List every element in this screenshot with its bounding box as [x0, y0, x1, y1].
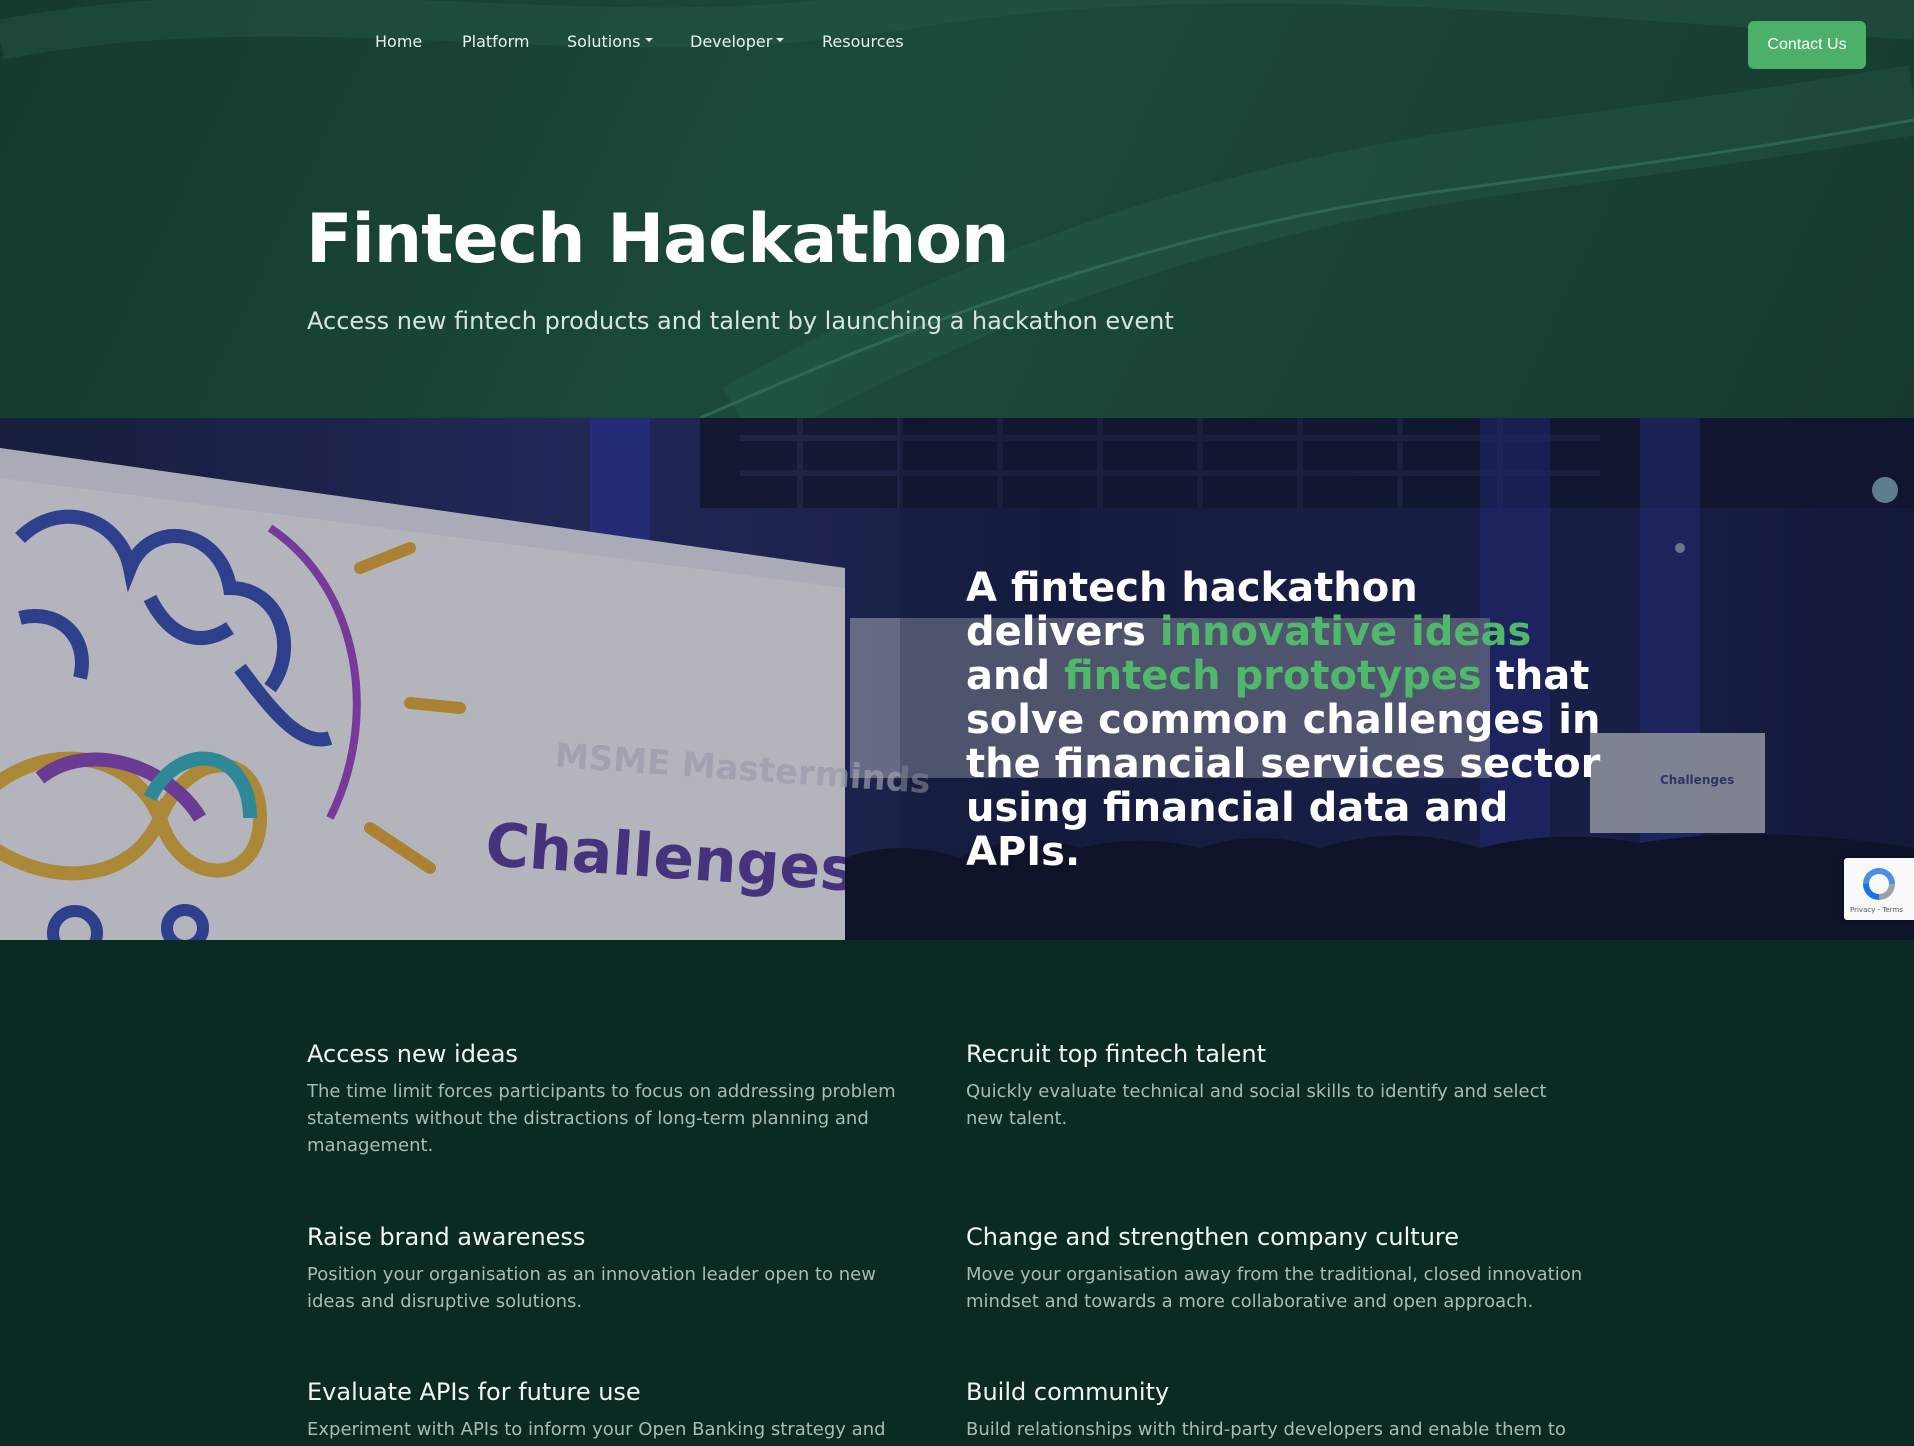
feature-title: Evaluate APIs for future use	[307, 1378, 641, 1406]
feature-title: Raise brand awareness	[307, 1223, 586, 1251]
nav-developer-dropdown[interactable]: Developer	[690, 29, 785, 53]
feature-body: Build relationships with third-party dev…	[966, 1419, 1566, 1440]
feature-evaluate-apis: Evaluate APIs for future use Experiment …	[307, 1378, 927, 1446]
nav-home-label: Home	[375, 31, 423, 51]
page-title: Fintech Hackathon	[306, 200, 1009, 279]
nav-solutions-dropdown[interactable]: Solutions	[567, 29, 653, 53]
quote-highlight-1: innovative ideas	[1159, 609, 1532, 655]
quote-text-2: and	[966, 653, 1065, 699]
hero-section: Home Platform Solutions Developer Resour…	[0, 0, 1914, 418]
recaptcha-links[interactable]: Privacy - Terms	[1850, 906, 1903, 914]
feature-company-culture: Change and strengthen company culture Mo…	[966, 1223, 1586, 1315]
feature-body: Move your organisation away from the tra…	[966, 1264, 1583, 1312]
contact-us-button[interactable]: Contact Us	[1748, 21, 1866, 69]
caret-down-icon	[644, 38, 653, 42]
nav-solutions-label: Solutions	[567, 31, 641, 51]
event-photo: MSME Masterminds Challenges Challenges	[0, 418, 1914, 940]
caret-down-icon	[776, 38, 785, 42]
feature-body: The time limit forces participants to fo…	[307, 1081, 896, 1156]
recaptcha-icon	[1863, 868, 1895, 900]
quote-highlight-2: fintech prototypes	[1064, 653, 1482, 699]
feature-title: Recruit top fintech talent	[966, 1040, 1267, 1068]
feature-brand-awareness: Raise brand awareness Position your orga…	[307, 1223, 927, 1315]
feature-build-community: Build community Build relationships with…	[966, 1378, 1586, 1443]
page-subtitle: Access new fintech products and talent b…	[307, 307, 1174, 335]
nav-platform-label: Platform	[462, 31, 530, 51]
nav-developer-label: Developer	[690, 31, 773, 51]
feature-title: Change and strengthen company culture	[966, 1223, 1460, 1251]
benefits-section: Access new ideas The time limit forces p…	[0, 940, 1914, 1446]
feature-body: Position your organisation as an innovat…	[307, 1264, 876, 1312]
banner-quote: A fintech hackathon delivers innovative …	[966, 566, 1606, 874]
nav-resources-label: Resources	[822, 31, 904, 51]
recaptcha-badge[interactable]: Privacy - Terms	[1844, 858, 1914, 920]
nav-platform[interactable]: Platform	[462, 29, 529, 53]
event-photo-banner: MSME Masterminds Challenges Challenges A…	[0, 418, 1914, 940]
feature-title: Build community	[966, 1378, 1170, 1406]
feature-access-new-ideas: Access new ideas The time limit forces p…	[307, 1040, 927, 1159]
nav-resources[interactable]: Resources	[822, 29, 904, 53]
feature-body: Experiment with APIs to inform your Open…	[307, 1419, 886, 1440]
feature-title: Access new ideas	[307, 1040, 518, 1068]
feature-recruit-talent: Recruit top fintech talent Quickly evalu…	[966, 1040, 1586, 1132]
nav-home[interactable]: Home	[375, 29, 422, 53]
feature-body: Quickly evaluate technical and social sk…	[966, 1081, 1547, 1129]
